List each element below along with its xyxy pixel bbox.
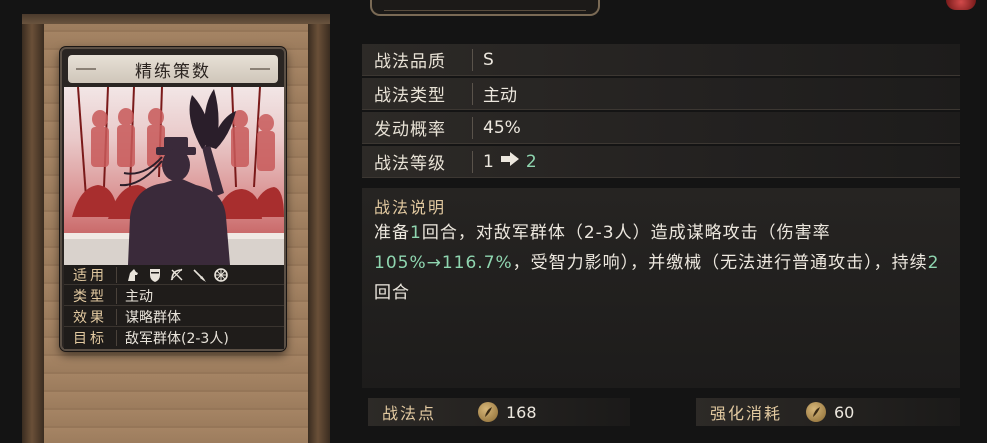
bow-icon [169,267,185,283]
rate-value: 45% [483,117,521,138]
scroll-rail-right [308,14,330,443]
info-row-quality: 战法品质 S [362,44,960,76]
card-art-svg [64,87,284,265]
feather-coin-icon [478,402,498,422]
card-title-bar: 精练策数 [68,55,278,83]
stat-key: 效果 [73,309,107,326]
desc-part: 回合 [374,283,410,303]
cavalry-icon [125,267,141,283]
divider [472,116,473,139]
divider [116,287,117,304]
divider [472,48,473,71]
feather-coin-icon [806,402,826,422]
stat-row-target: 目标 敌军群体(2-3人) [64,328,284,348]
top-ornament [370,0,600,16]
tactic-points-value: 168 [506,402,537,422]
divider [116,266,117,283]
upgrade-cost-label: 强化消耗 [710,404,783,423]
stat-row-effect: 效果 谋略群体 [64,307,284,327]
stat-key: 类型 [73,288,107,305]
scroll-rail-left [22,14,44,443]
stat-key: 目标 [73,331,107,347]
spear-icon [191,267,207,283]
tactic-card[interactable]: 精练策数 适用 类型 主动 效果 谋略群体 目标 敌军群体(2-3人) [60,47,286,351]
info-row-type: 战法类型 主动 [362,78,960,110]
divider [116,330,117,346]
damage-rate-range: 105%→116.7% [374,253,513,273]
stat-row-applicable: 适用 [64,265,284,285]
desc-number: 1 [410,223,422,243]
info-row-rate: 发动概率 45% [362,112,960,144]
chariot-wheel-icon [213,267,229,283]
tactic-description-box: 战法说明 准备1回合，对敌军群体（2-3人）造成谋略攻击（伤害率 105%→116… [362,188,960,388]
divider [472,82,473,105]
level-value: 1 2 [483,151,537,172]
description-title: 战法说明 [374,198,447,217]
scroll-top-bar [22,14,330,24]
desc-part: ，受智力影响），并缴械（无法进行普通攻击），持续 [512,253,928,273]
stat-value: 敌军群体(2-3人) [125,331,229,347]
arrow-right-icon [500,151,520,172]
type-value: 主动 [483,86,517,106]
stat-row-type: 类型 主动 [64,286,284,306]
card-art-strategist-silhouette [64,87,284,265]
info-label: 战法品质 [374,52,446,72]
upgrade-cost-row: 强化消耗 60 [696,398,960,426]
info-label: 发动概率 [374,120,446,140]
stat-value: 谋略群体 [125,309,181,326]
shield-icon [147,267,163,283]
level-from: 1 [483,151,494,172]
tactic-points-label: 战法点 [382,404,437,423]
unit-type-icons [125,267,229,283]
card-title: 精练策数 [135,61,211,82]
corner-gem-decoration [946,0,976,10]
info-label: 战法类型 [374,86,446,106]
card-stats: 适用 类型 主动 效果 谋略群体 目标 敌军群体(2-3人) [64,265,284,349]
tactic-points-row: 战法点 168 [368,398,630,426]
info-label: 战法等级 [374,154,446,174]
stat-key: 适用 [73,267,107,284]
desc-part: 准备 [374,223,410,243]
info-row-level: 战法等级 1 2 [362,146,960,178]
desc-number: 2 [927,253,940,273]
divider [472,150,473,173]
description-text: 准备1回合，对敌军群体（2-3人）造成谋略攻击（伤害率 105%→116.7%，受… [374,218,952,308]
level-to: 2 [525,151,537,172]
desc-part: 回合，对敌军群体（2-3人）造成谋略攻击（伤害率 [421,223,831,243]
upgrade-cost-value: 60 [834,402,855,422]
quality-value: S [483,49,494,70]
divider [116,308,117,325]
stat-value: 主动 [125,288,153,305]
